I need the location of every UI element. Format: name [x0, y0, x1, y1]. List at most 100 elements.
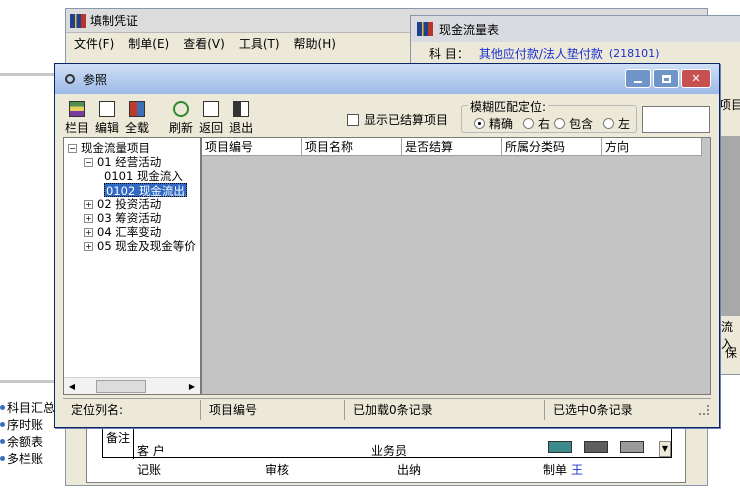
- resize-grip-icon[interactable]: [699, 404, 709, 415]
- dropdown-arrow-icon[interactable]: ▼: [659, 441, 671, 457]
- footer-cashier: 出纳: [397, 463, 422, 477]
- tool-icon[interactable]: [620, 441, 644, 453]
- menu-make[interactable]: 制单(E): [128, 35, 169, 52]
- radio-contains[interactable]: [554, 118, 566, 129]
- status-locate-value[interactable]: 项目编号: [201, 399, 345, 420]
- radio-exact[interactable]: [474, 118, 485, 129]
- col-header-settled[interactable]: 是否结算: [402, 138, 502, 156]
- tree-node-0102[interactable]: 0102 现金流出: [104, 183, 187, 198]
- card-icon[interactable]: [548, 441, 572, 453]
- tree-root[interactable]: − 现金流量项目: [68, 141, 150, 155]
- status-selected: 已选中0条记录: [553, 402, 633, 417]
- ref-dialog: 参照 ✕ 栏目 编辑 全载 刷新 返回 退出 显示已结算项目 模糊匹配定位: 精…: [54, 63, 720, 428]
- maximize-icon: [661, 74, 671, 83]
- expand-icon[interactable]: +: [84, 214, 93, 223]
- back-button[interactable]: 返回: [197, 96, 225, 136]
- menu-help[interactable]: 帮助(H): [294, 35, 336, 52]
- collapse-icon[interactable]: −: [84, 158, 93, 167]
- exit-button[interactable]: 退出: [227, 96, 255, 136]
- tree-node-label: 经营活动: [115, 155, 162, 169]
- column-icon: [69, 101, 85, 117]
- grid-panel: 项目编号 项目名称 是否结算 所属分类码 方向: [201, 137, 711, 395]
- scroll-thumb[interactable]: [96, 379, 146, 393]
- cashflow-right-col-label: 项目: [719, 98, 740, 112]
- expand-icon[interactable]: +: [84, 242, 93, 251]
- tree-node-02[interactable]: +02 投资活动: [84, 197, 161, 211]
- close-icon: ✕: [691, 72, 701, 85]
- menu-view[interactable]: 查看(V): [183, 35, 225, 52]
- tree-node-04[interactable]: +04 汇率变动: [84, 225, 161, 239]
- ref-statusbar: 定位列名: 项目编号 已加载0条记录 已选中0条记录: [63, 398, 711, 420]
- tree-node-prefix: 03: [97, 211, 112, 225]
- left-panel-item[interactable]: 多栏账: [0, 450, 62, 467]
- tree-node-03[interactable]: +03 筹资活动: [84, 211, 161, 225]
- tree-node-01[interactable]: −01 经营活动: [84, 155, 161, 169]
- col-header-name[interactable]: 项目名称: [302, 138, 402, 156]
- tree-panel: − 现金流量项目 −01 经营活动 0101 现金流入 0102 现金流出 +02…: [63, 137, 201, 395]
- minimize-button[interactable]: [625, 69, 651, 88]
- menu-tools[interactable]: 工具(T): [239, 35, 280, 52]
- cashflow-title-bar[interactable]: 现金流量表: [411, 16, 740, 42]
- footer-maker: 制单: [543, 463, 568, 477]
- tree-node-prefix: 0102: [106, 184, 136, 198]
- tree-node-label: 汇率变动: [115, 225, 162, 239]
- edit-button[interactable]: 编辑: [93, 96, 121, 136]
- show-settled-checkbox[interactable]: [347, 113, 359, 126]
- radio-contains-label: 包含: [569, 117, 594, 131]
- column-label: 栏目: [65, 121, 90, 135]
- load-all-button[interactable]: 全载: [123, 96, 151, 136]
- scroll-right-icon[interactable]: ▶: [184, 382, 200, 391]
- scroll-left-icon[interactable]: ◀: [64, 382, 80, 391]
- voucher-mini-tools: [548, 441, 644, 453]
- window-controls: ✕: [625, 69, 711, 88]
- collapse-icon[interactable]: −: [68, 144, 77, 153]
- left-panel-item[interactable]: 科目汇总: [0, 399, 62, 416]
- tree-node-label: 现金流出: [138, 184, 185, 198]
- close-button[interactable]: ✕: [681, 69, 711, 88]
- subject-value: 其他应付款/法人垫付款: [478, 46, 603, 61]
- book-icon: [70, 13, 86, 28]
- voucher-footer: 记账 审核 出纳 制单 王: [137, 461, 657, 478]
- radio-left[interactable]: [603, 118, 615, 129]
- col-header-category[interactable]: 所属分类码: [502, 138, 602, 156]
- expand-icon[interactable]: +: [84, 200, 93, 209]
- status-locate-label: 定位列名:: [63, 399, 201, 420]
- show-settled-option: 显示已结算项目: [347, 111, 448, 128]
- col-header-code[interactable]: 项目编号: [202, 138, 302, 156]
- customer-label: 客 户: [137, 444, 165, 458]
- cashflow-subject-row: 科 目： 其他应付款/法人垫付款 (218101): [411, 42, 740, 64]
- expand-icon[interactable]: +: [84, 228, 93, 237]
- left-panel-item[interactable]: 余额表: [0, 433, 62, 450]
- edit-icon: [99, 101, 116, 117]
- tree-hscrollbar[interactable]: ◀ ▶: [64, 377, 200, 394]
- background-arrow-top: [0, 73, 58, 76]
- menu-file[interactable]: 文件(F): [74, 35, 114, 52]
- cashflow-side-text-2[interactable]: 保: [725, 344, 737, 361]
- camera-icon[interactable]: [584, 441, 608, 453]
- tree-node-prefix: 04: [97, 225, 112, 239]
- refresh-button[interactable]: 刷新: [167, 96, 195, 136]
- left-panel-label: 多栏账: [7, 452, 44, 466]
- tree-node-prefix: 0101: [104, 169, 134, 183]
- left-panel-label: 序时账: [7, 418, 44, 432]
- footer-bookkeeping: 记账: [137, 463, 162, 477]
- tree-content: − 现金流量项目 −01 经营活动 0101 现金流入 0102 现金流出 +02…: [68, 141, 200, 377]
- column-button[interactable]: 栏目: [63, 96, 91, 136]
- left-panel-label: 科目汇总: [7, 401, 56, 415]
- cashflow-title: 现金流量表: [439, 22, 500, 37]
- left-panel-item[interactable]: 序时账: [0, 416, 62, 433]
- background-arrow-bottom: [0, 380, 58, 383]
- refresh-label: 刷新: [169, 121, 194, 135]
- left-panel: 科目汇总 序时账 余额表 多栏账: [0, 399, 62, 479]
- salesperson-label: 业务员: [371, 444, 408, 458]
- col-header-direction[interactable]: 方向: [602, 138, 702, 156]
- tree-node-label: 投资活动: [115, 197, 162, 211]
- search-input[interactable]: [642, 106, 710, 133]
- radio-right[interactable]: [523, 118, 535, 129]
- ref-title-bar[interactable]: 参照 ✕: [55, 64, 719, 94]
- maximize-button[interactable]: [653, 69, 679, 88]
- tree-node-05[interactable]: +05 现金及现金等价: [84, 239, 196, 253]
- tree-node-prefix: 02: [97, 197, 112, 211]
- tree-node-0101[interactable]: 0101 现金流入: [104, 169, 183, 183]
- exit-icon: [233, 101, 250, 117]
